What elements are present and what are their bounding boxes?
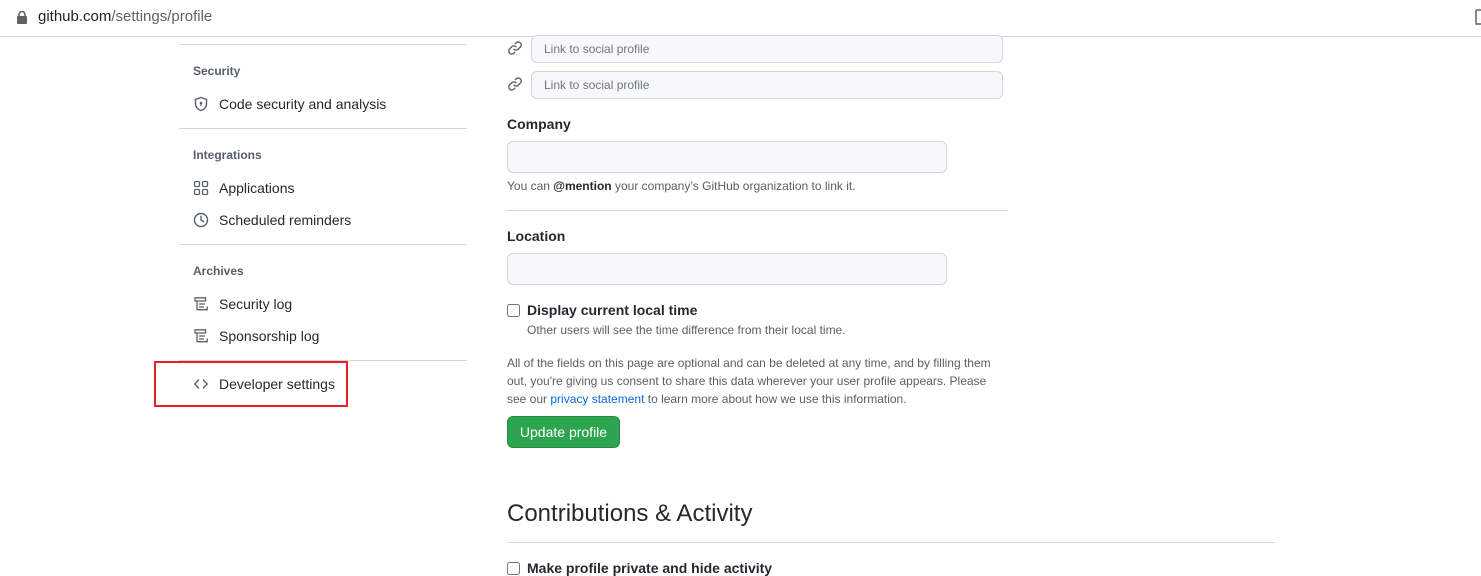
location-input[interactable]	[507, 253, 947, 285]
local-time-checkbox[interactable]	[507, 304, 520, 317]
company-note-mention: @mention	[553, 179, 612, 193]
sidebar-item-security-log[interactable]: Security log	[193, 292, 292, 316]
section-divider	[507, 542, 1275, 543]
url-host: github.com	[38, 8, 112, 25]
sidebar-item-label: Scheduled reminders	[219, 212, 352, 228]
sidebar-item-sponsorship-log[interactable]: Sponsorship log	[193, 324, 319, 348]
apps-icon	[193, 180, 209, 196]
sidebar-item-scheduled-reminders[interactable]: Scheduled reminders	[193, 208, 351, 232]
social-link-input-4[interactable]	[531, 71, 1003, 99]
link-icon	[507, 40, 523, 56]
private-profile-label: Make profile private and hide activity	[527, 560, 773, 576]
sidebar-item-code-security[interactable]: Code security and analysis	[193, 92, 386, 116]
privacy-statement-link[interactable]: privacy statement	[550, 392, 644, 406]
highlight-annotation-box	[154, 361, 348, 407]
clock-icon	[193, 212, 209, 228]
disclaimer-text-after: to learn more about how we use this info…	[644, 392, 907, 406]
company-input[interactable]	[507, 141, 947, 173]
sidebar-item-applications[interactable]: Applications	[193, 176, 295, 200]
window-edge-icon	[1475, 9, 1481, 25]
update-profile-button[interactable]: Update profile	[507, 416, 620, 448]
form-divider	[507, 210, 1008, 211]
sidebar-heading-security: Security	[193, 64, 241, 78]
lock-icon	[17, 10, 27, 24]
local-time-note: Other users will see the time difference…	[527, 323, 846, 337]
company-note-prefix: You can	[507, 179, 554, 193]
location-label: Location	[507, 228, 566, 244]
local-time-label: Display current local time	[527, 302, 698, 318]
browser-address-bar[interactable]: github.com/settings/profile	[0, 0, 1481, 37]
sidebar-divider	[179, 244, 467, 245]
sidebar-item-label: Applications	[219, 180, 295, 196]
sidebar-divider	[179, 44, 467, 45]
disclaimer-text: All of the fields on this page are optio…	[507, 354, 997, 408]
sidebar-item-label: Security log	[219, 296, 293, 312]
log-icon	[193, 296, 209, 312]
contributions-section-title: Contributions & Activity	[507, 500, 753, 527]
company-note-suffix: your company’s GitHub organization to li…	[611, 179, 856, 193]
sidebar-divider	[179, 128, 467, 129]
url-path: /settings/profile	[111, 8, 213, 25]
url-text[interactable]: github.com/settings/profile	[38, 8, 212, 25]
company-label: Company	[507, 116, 571, 132]
sidebar-heading-integrations: Integrations	[193, 148, 262, 162]
private-profile-checkbox[interactable]	[507, 562, 520, 575]
company-note: You can @mention your company’s GitHub o…	[507, 179, 856, 193]
log-icon	[193, 328, 209, 344]
link-icon	[507, 76, 523, 92]
sidebar-heading-archives: Archives	[193, 264, 244, 278]
social-link-input-3[interactable]	[531, 35, 1003, 63]
sidebar-item-label: Code security and analysis	[219, 96, 387, 112]
sidebar-item-label: Sponsorship log	[219, 328, 320, 344]
shield-icon	[193, 96, 209, 112]
